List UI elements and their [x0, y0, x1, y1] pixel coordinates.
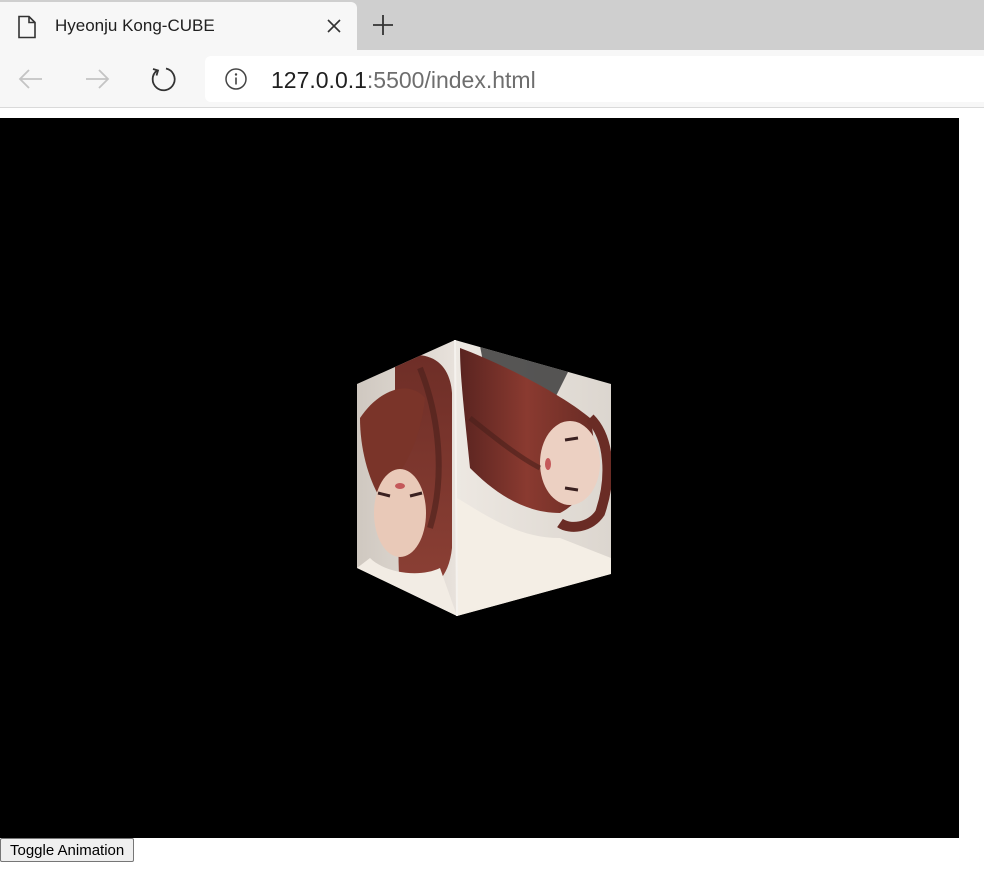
arrow-left-icon[interactable]: [14, 62, 48, 96]
canvas-stage[interactable]: [0, 118, 959, 838]
address-bar[interactable]: 127.0.0.1:5500/index.html: [205, 56, 984, 102]
url-text[interactable]: 127.0.0.1:5500/index.html: [271, 67, 536, 94]
photo-cube[interactable]: [0, 118, 959, 838]
info-icon[interactable]: [224, 67, 248, 91]
plus-icon[interactable]: [370, 12, 396, 38]
toggle-animation-button[interactable]: Toggle Animation: [0, 838, 135, 862]
page-icon: [18, 15, 36, 39]
tab-strip: Hyeonju Kong-CUBE: [0, 0, 984, 50]
reload-icon[interactable]: [146, 62, 180, 96]
navigation-bar: 127.0.0.1:5500/index.html: [0, 50, 984, 108]
cube-face-left: [357, 340, 457, 616]
browser-tab[interactable]: Hyeonju Kong-CUBE: [0, 2, 357, 50]
cube-face-right: [455, 340, 611, 616]
tab-title: Hyeonju Kong-CUBE: [55, 16, 215, 35]
arrow-right-icon[interactable]: [80, 62, 114, 96]
url-path: :5500/index.html: [366, 67, 536, 93]
url-host: 127.0.0.1: [271, 67, 367, 93]
close-icon[interactable]: [326, 18, 342, 34]
